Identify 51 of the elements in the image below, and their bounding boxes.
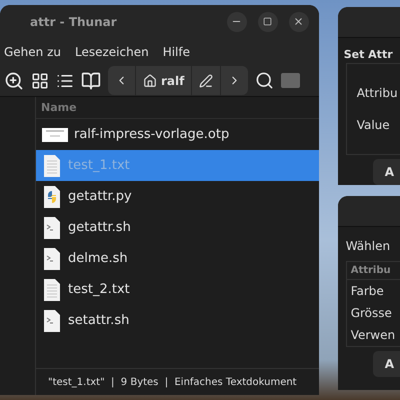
prompt-text: Wählen	[346, 239, 392, 253]
compact-view-button[interactable]	[81, 70, 101, 90]
zoom-in-button[interactable]	[4, 70, 24, 90]
menu-item[interactable]: Lesezeichen	[75, 44, 149, 58]
name-column-header[interactable]: Name	[36, 97, 319, 119]
presentation-thumbnail-icon	[42, 128, 68, 142]
home-location-button[interactable]: ralf	[136, 66, 192, 95]
maximize-button[interactable]	[258, 12, 278, 32]
group-title: Set Attr	[344, 48, 394, 61]
file-row[interactable]: setattr.sh	[36, 305, 319, 336]
menu-item[interactable]: Hilfe	[162, 44, 190, 58]
text-file-icon	[42, 154, 62, 178]
status-bar: "test_1.txt" | 9 Bytes | Einfaches Textdokument	[36, 368, 319, 395]
file-name: setattr.sh	[68, 313, 130, 328]
file-name: getattr.py	[68, 189, 132, 204]
maximize-icon	[263, 17, 272, 26]
search-icon	[255, 71, 274, 90]
file-name: delme.sh	[68, 251, 128, 266]
script-file-icon	[42, 308, 62, 332]
file-row[interactable]: getattr.sh	[36, 212, 319, 243]
zoom-in-icon	[4, 70, 24, 90]
home-icon	[143, 74, 157, 88]
field-label: Attribu	[356, 86, 399, 100]
icon-view-button[interactable]	[31, 72, 49, 90]
table-cell[interactable]: Verwen	[346, 324, 400, 346]
text-file-icon	[42, 278, 62, 302]
file-row[interactable]: getattr.py	[36, 181, 319, 212]
grid-icon	[31, 72, 49, 90]
field-label: Value	[356, 118, 391, 132]
book-icon	[81, 70, 101, 90]
file-name: test_1.txt	[68, 158, 130, 173]
file-row[interactable]: delme.sh	[36, 243, 319, 274]
search-button[interactable]	[255, 71, 274, 90]
script-file-icon	[42, 216, 62, 240]
table-cell[interactable]: Grösse	[346, 302, 400, 324]
python-file-icon	[42, 184, 62, 208]
file-name: test_2.txt	[68, 282, 130, 297]
window-title: attr - Thunar	[30, 14, 118, 28]
file-row[interactable]: test_2.txt	[36, 274, 319, 305]
close-icon	[293, 16, 304, 27]
column-header[interactable]: Attribu	[346, 262, 400, 280]
table-cell[interactable]: Farbe	[346, 280, 400, 302]
menu-item[interactable]: Gehen zu	[4, 44, 61, 58]
dialog-button[interactable]: A	[372, 159, 400, 185]
close-button[interactable]	[288, 12, 309, 32]
pencil-icon	[199, 74, 214, 88]
file-name: ralf-impress-vorlage.otp	[74, 127, 230, 142]
file-row[interactable]: ralf-impress-vorlage.otp	[36, 119, 319, 150]
dialog-button[interactable]: A	[372, 351, 400, 377]
file-name: getattr.sh	[68, 220, 131, 235]
script-file-icon	[42, 246, 62, 270]
